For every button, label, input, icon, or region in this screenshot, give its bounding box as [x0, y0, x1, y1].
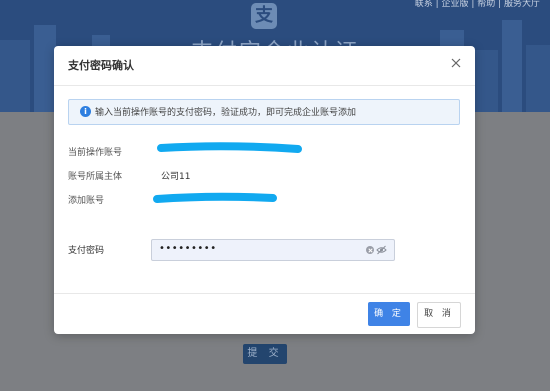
account-owner-label: 账号所属主体 [68, 172, 123, 182]
submit-button[interactable]: 提 交 [243, 344, 287, 364]
footer-divider [54, 293, 475, 294]
redaction-mark [157, 142, 302, 153]
alipay-logo: 支 [251, 3, 277, 29]
add-account-label: 添加账号 [68, 196, 105, 206]
confirm-button[interactable]: 确 定 [368, 302, 410, 326]
info-icon: i [80, 106, 91, 117]
pay-password-label: 支付密码 [68, 246, 105, 256]
dialog-header: 支付密码确认 [54, 46, 475, 86]
cancel-button[interactable]: 取 消 [417, 302, 461, 328]
account-owner-value: 公司11 [161, 172, 191, 182]
top-links[interactable]: 联系 | 企业版 | 帮助 | 服务大厅 [415, 0, 540, 9]
eye-hidden-icon[interactable] [376, 245, 387, 255]
pay-password-input[interactable]: ••••••••• [151, 239, 395, 261]
close-icon[interactable] [449, 56, 463, 70]
info-text: 输入当前操作账号的支付密码，验证成功，即可完成企业账号添加 [95, 108, 357, 118]
pay-password-dialog: 支付密码确认 i 输入当前操作账号的支付密码，验证成功，即可完成企业账号添加 当… [54, 46, 475, 334]
info-alert: i 输入当前操作账号的支付密码，验证成功，即可完成企业账号添加 [68, 99, 460, 125]
current-account-label: 当前操作账号 [68, 148, 123, 158]
pay-password-value: ••••••••• [159, 243, 217, 254]
dialog-title: 支付密码确认 [68, 59, 134, 72]
redaction-mark [153, 192, 277, 203]
clear-icon[interactable] [366, 246, 374, 254]
